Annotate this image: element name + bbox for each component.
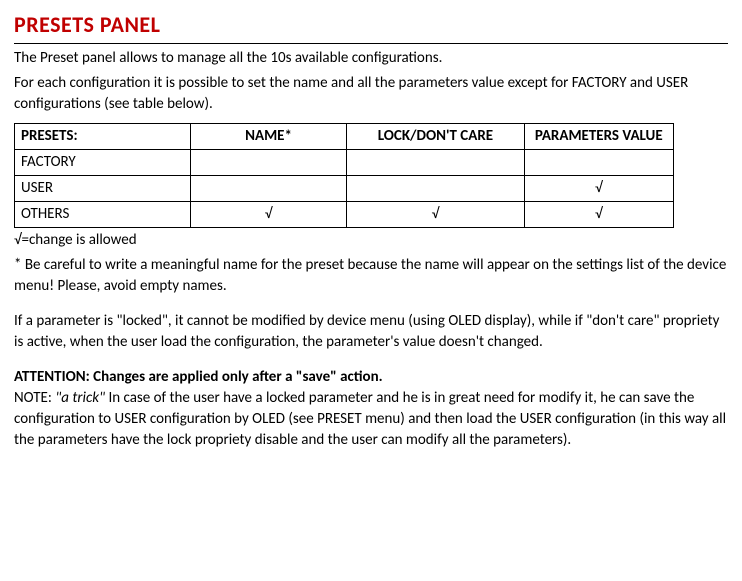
cell-name [190,175,346,201]
table-row: USER √ [15,175,674,201]
note-rest: In case of the user have a locked parame… [14,389,726,449]
cell-preset-name: OTHERS [15,201,191,227]
th-lock: LOCK/DON'T CARE [347,123,524,149]
th-params: PARAMETERS VALUE [524,123,673,149]
page-title: PRESETS PANEL [14,10,728,44]
attention-block: ATTENTION: Changes are applied only afte… [14,367,728,451]
th-presets: PRESETS: [15,123,191,149]
intro-line-2: For each configuration it is possible to… [14,73,728,115]
attention-line: ATTENTION: Changes are applied only afte… [14,368,383,386]
cell-params: √ [524,175,673,201]
cell-preset-name: USER [15,175,191,201]
cell-name [190,149,346,175]
table-row: OTHERS √ √ √ [15,201,674,227]
cell-lock [347,175,524,201]
locked-paragraph: If a parameter is "locked", it cannot be… [14,311,728,353]
table-header-row: PRESETS: NAME* LOCK/DON'T CARE PARAMETER… [15,123,674,149]
cell-params: √ [524,201,673,227]
presets-table: PRESETS: NAME* LOCK/DON'T CARE PARAMETER… [14,123,674,228]
note-italic: "a trick" [55,389,105,407]
cell-preset-name: FACTORY [15,149,191,175]
th-name: NAME* [190,123,346,149]
cell-params [524,149,673,175]
cell-lock [347,149,524,175]
table-row: FACTORY [15,149,674,175]
name-footnote: * Be careful to write a meaningful name … [14,255,728,297]
cell-name: √ [190,201,346,227]
note-prefix: NOTE: [14,389,55,407]
cell-lock: √ [347,201,524,227]
table-legend: √=change is allowed [14,230,728,251]
intro-line-1: The Preset panel allows to manage all th… [14,48,728,69]
